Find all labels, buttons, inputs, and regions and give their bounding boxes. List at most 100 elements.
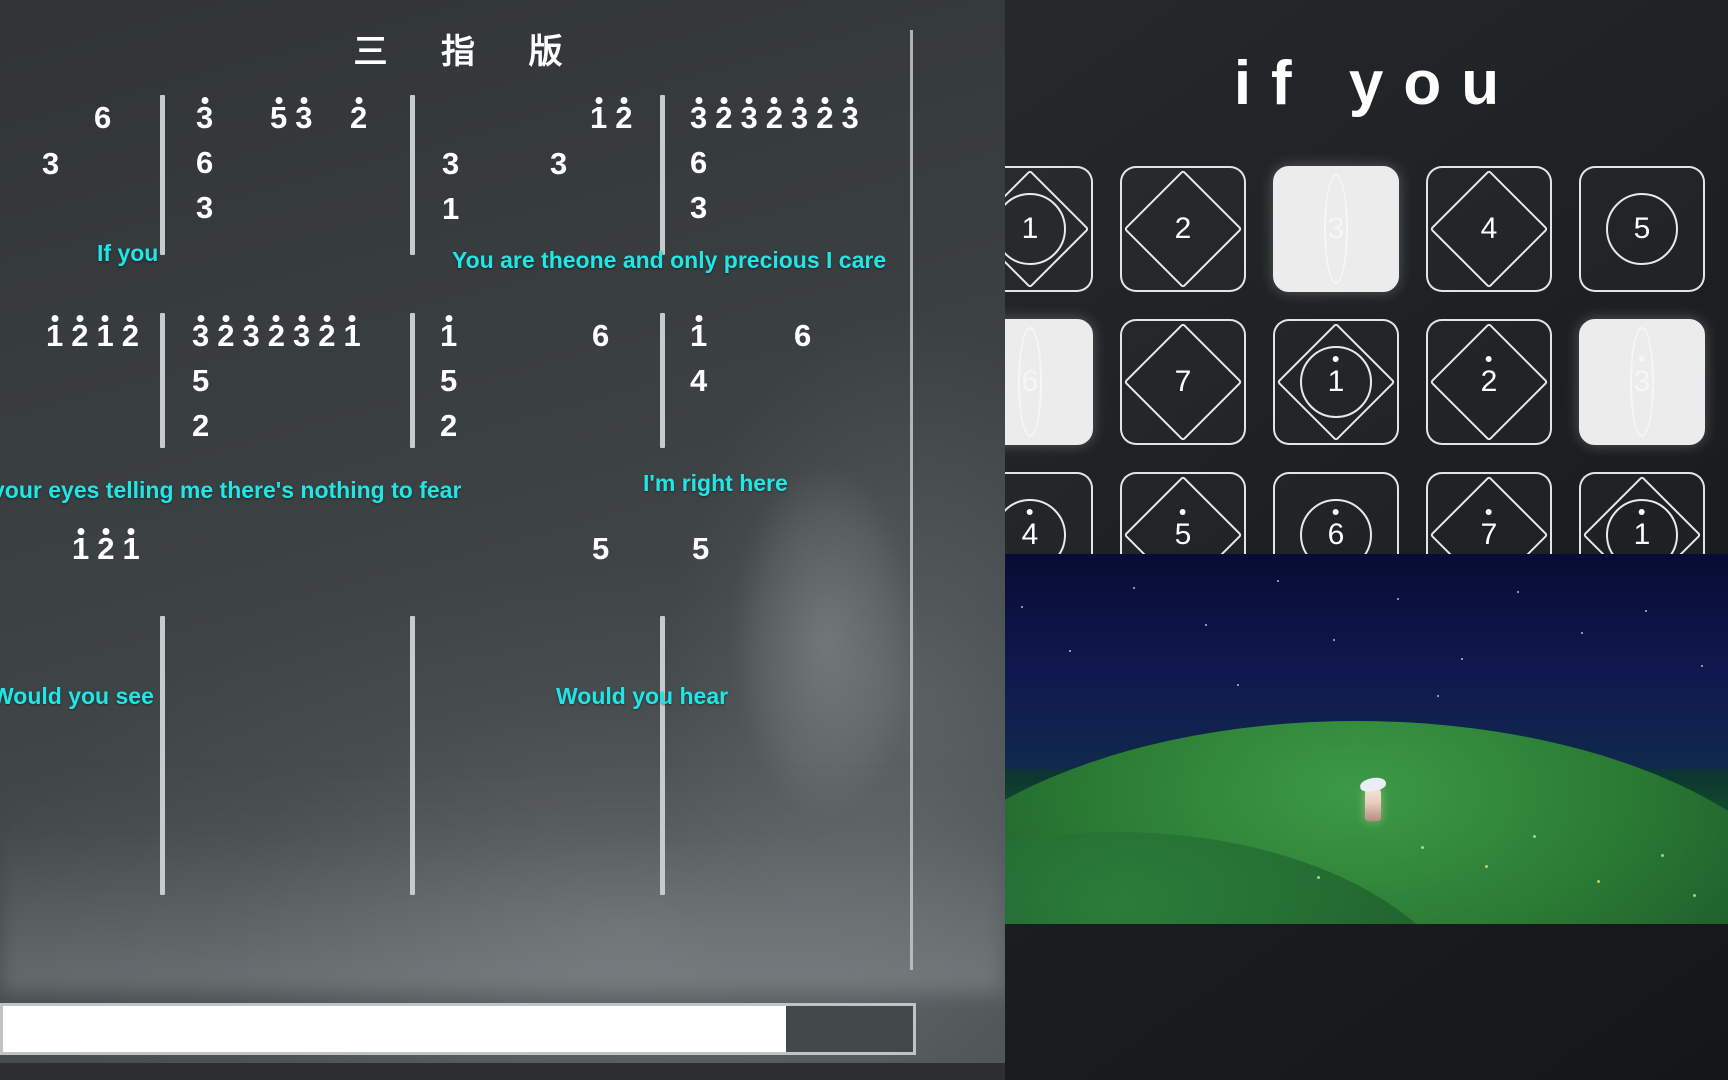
- key-label: 1: [1021, 212, 1039, 245]
- key-label: 1: [1634, 509, 1650, 550]
- barline: [660, 740, 665, 895]
- note: 1: [72, 526, 89, 571]
- key-label: 6: [1021, 365, 1039, 398]
- note: 3: [192, 313, 209, 358]
- background-figure-silhouette: [705, 438, 945, 888]
- octave-dot-icon: [1486, 509, 1492, 515]
- key-label: 7: [1481, 509, 1497, 550]
- key-3-high[interactable]: 3: [1579, 319, 1705, 445]
- note: 6: [94, 100, 112, 135]
- chord-group: 1212: [42, 313, 143, 358]
- chord-group: 3232321 5 2: [188, 313, 365, 448]
- lyric-line: Would you see: [0, 683, 154, 709]
- note: 1: [442, 191, 460, 226]
- lyric-line: If you: [97, 240, 159, 266]
- octave-dot-icon: [1639, 356, 1645, 362]
- note: 4: [690, 363, 708, 398]
- key-label: 5: [1633, 212, 1651, 245]
- key-6[interactable]: 6: [1005, 319, 1093, 445]
- key-2[interactable]: 2: [1120, 166, 1246, 292]
- octave-dot-icon: [1639, 509, 1645, 515]
- lyric-line: your eyes telling me there's nothing to …: [0, 477, 462, 503]
- chord-group: 1 5 2: [436, 313, 461, 448]
- chord-group: 6: [588, 313, 613, 358]
- progress-knob[interactable]: [785, 1006, 913, 1052]
- note: 3: [293, 313, 310, 358]
- note: 1: [590, 95, 607, 140]
- progress-fill: [3, 1006, 786, 1052]
- chord-group: 3: [546, 141, 571, 186]
- note: 5: [440, 363, 458, 398]
- note: 5: [692, 531, 710, 566]
- octave-dot-icon: [1027, 509, 1033, 515]
- chord-group: 12: [586, 95, 637, 140]
- note: 2: [766, 95, 783, 140]
- note: 3: [196, 190, 214, 225]
- barline: [160, 740, 165, 895]
- note: 1: [690, 313, 707, 358]
- chord-group: 1 4: [686, 313, 711, 403]
- key-label: 3: [1634, 356, 1650, 397]
- chord-group: 121: [68, 526, 144, 571]
- note: 2: [440, 408, 458, 443]
- app-root: 三 指 版 6 3 3 6 3 53 2 3 1 3 1 2 3 2 3 2 3…: [0, 0, 1728, 1080]
- note: 2: [615, 95, 632, 140]
- song-title: if you: [1233, 49, 1520, 118]
- key-grid[interactable]: 1 2 3 4 5 6 7 1 2 3 4 5 6 7 1: [1005, 166, 1728, 598]
- chord-group: 6: [790, 313, 815, 358]
- note: 3: [550, 146, 568, 181]
- octave-dot-icon: [1333, 356, 1339, 362]
- lyric-line: Would you hear: [556, 683, 729, 709]
- barline: [660, 313, 665, 448]
- key-2-high[interactable]: 2: [1426, 319, 1552, 445]
- chord-group: 6: [90, 95, 115, 140]
- note: 1: [440, 313, 457, 358]
- key-7[interactable]: 7: [1120, 319, 1246, 445]
- key-label: 2: [1481, 356, 1497, 397]
- note: 5: [192, 363, 210, 398]
- note: 5: [270, 95, 287, 140]
- playback-progress-bar[interactable]: [0, 1003, 916, 1055]
- note: 6: [794, 318, 812, 353]
- key-label: 6: [1328, 509, 1344, 550]
- note: 3: [42, 146, 60, 181]
- barline: [160, 313, 165, 448]
- note: 6: [690, 145, 708, 180]
- barline: [410, 95, 415, 255]
- key-5[interactable]: 5: [1579, 166, 1705, 292]
- note: 2: [715, 95, 732, 140]
- octave-dot-icon: [1333, 509, 1339, 515]
- barline: [410, 616, 415, 756]
- note: 1: [123, 526, 140, 571]
- key-3[interactable]: 3: [1273, 166, 1399, 292]
- key-label: 4: [1022, 509, 1038, 550]
- barline: [160, 95, 165, 255]
- chord-group: 5: [688, 526, 713, 571]
- note: 2: [122, 313, 139, 358]
- note: 2: [816, 95, 833, 140]
- note: 3: [295, 95, 312, 140]
- note: 6: [592, 318, 610, 353]
- game-panel: if you 1 2 3 4 5 6 7 1 2 3 4 5 6 7 1: [1005, 0, 1728, 1080]
- key-1[interactable]: 1: [1005, 166, 1093, 292]
- key-4[interactable]: 4: [1426, 166, 1552, 292]
- key-1-high[interactable]: 1: [1273, 319, 1399, 445]
- barline: [660, 95, 665, 255]
- chord-group: 5: [588, 526, 613, 571]
- key-label: 5: [1175, 509, 1191, 550]
- barline: [410, 740, 415, 895]
- scene-preview[interactable]: [1005, 554, 1728, 924]
- note: 2: [217, 313, 234, 358]
- note: 1: [46, 313, 63, 358]
- note: 2: [350, 95, 367, 140]
- lyric-line: You are theone and only precious I care: [452, 247, 887, 273]
- sheet-music-panel: 三 指 版 6 3 3 6 3 53 2 3 1 3 1 2 3 2 3 2 3…: [0, 0, 1005, 1063]
- lyric-line: I'm right here: [643, 470, 788, 496]
- note: 3: [196, 95, 213, 140]
- note: 2: [71, 313, 88, 358]
- note: 3: [690, 95, 707, 140]
- chord-group: 3 6 3: [192, 95, 217, 230]
- note: 3: [690, 190, 708, 225]
- panel-divider: [910, 30, 913, 970]
- note: 1: [344, 313, 361, 358]
